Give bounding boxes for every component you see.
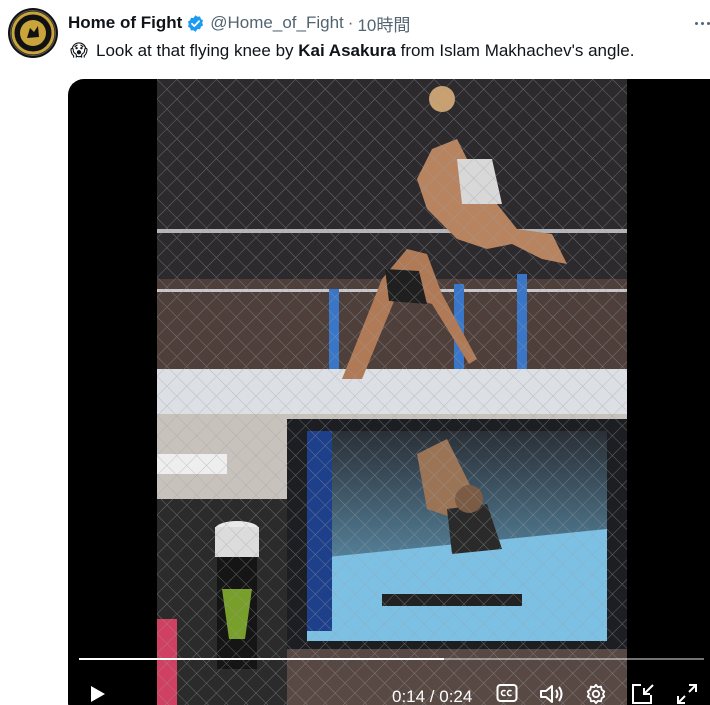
display-name[interactable]: Home of Fight bbox=[68, 13, 182, 33]
volume-icon bbox=[540, 685, 563, 703]
video-progress-fill bbox=[79, 658, 444, 660]
video-controls: 0:14 / 0:24 bbox=[68, 675, 710, 705]
video-still-image bbox=[157, 79, 627, 705]
tweet-text-bold: Kai Asakura bbox=[298, 41, 396, 60]
more-options-button[interactable] bbox=[692, 12, 710, 34]
avatar[interactable] bbox=[8, 8, 58, 58]
settings-button[interactable] bbox=[585, 683, 607, 705]
tweet-text-part1: Look at that flying knee by bbox=[96, 41, 299, 60]
tweet-text-part2: from Islam Makhachev's angle. bbox=[395, 41, 635, 60]
fullscreen-button[interactable] bbox=[676, 683, 698, 705]
more-options-icon-dot bbox=[701, 21, 704, 25]
closed-captions-icon bbox=[496, 684, 518, 702]
play-button[interactable] bbox=[86, 683, 108, 705]
separator-dot: · bbox=[347, 13, 354, 32]
settings-gear-icon bbox=[586, 683, 606, 705]
picture-in-picture-icon bbox=[632, 684, 654, 704]
volume-button[interactable] bbox=[539, 683, 565, 705]
time-readout: 0:14 / 0:24 bbox=[392, 687, 473, 705]
video-player[interactable]: 0:14 / 0:24 bbox=[68, 79, 710, 705]
video-progress-bar[interactable] bbox=[79, 658, 704, 660]
fullscreen-icon bbox=[677, 684, 697, 704]
closed-captions-button[interactable] bbox=[496, 683, 518, 703]
video-frame[interactable] bbox=[157, 79, 627, 705]
tweet-header: Home of Fight @Home_of_Fight · 10時間 bbox=[68, 11, 410, 36]
tweet: Home of Fight @Home_of_Fight · 10時間 😱 Loo… bbox=[0, 0, 710, 705]
play-icon bbox=[91, 686, 105, 702]
more-options-icon bbox=[695, 21, 698, 25]
tweet-text: 😱 Look at that flying knee by Kai Asakura… bbox=[68, 40, 634, 62]
scream-emoji: 😱 bbox=[70, 41, 88, 60]
handle[interactable]: @Home_of_Fight bbox=[210, 13, 344, 33]
picture-in-picture-button[interactable] bbox=[631, 683, 655, 705]
verified-badge-icon bbox=[186, 14, 205, 33]
timestamp[interactable]: 10時間 bbox=[357, 11, 410, 36]
home-of-fight-logo bbox=[9, 9, 57, 57]
